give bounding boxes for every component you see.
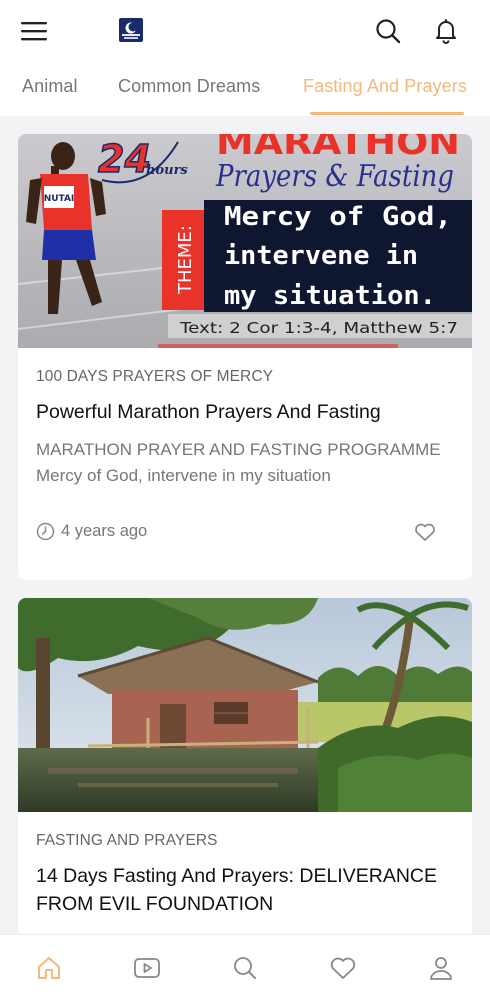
post-body: 100 DAYS PRAYERS OF MERCY Powerful Marat… [36,368,456,489]
post-meta: 4 years ago [36,522,147,541]
heart-icon [330,957,356,979]
category-tabs: Animal Common Dreams Fasting And Prayers [0,66,490,116]
clock-icon [36,522,55,541]
post-category[interactable]: FASTING AND PRAYERS [36,832,456,850]
active-tab-indicator [310,112,464,115]
theme-label: THEME: [175,225,196,295]
badge-number: 24 [98,137,151,181]
runner-bib: NUTAI [44,194,75,204]
bell-icon[interactable] [430,15,462,47]
post-thumbnail[interactable] [18,598,472,812]
image-subheadline: Prayers & Fasting [215,159,454,194]
nav-search[interactable] [230,953,260,983]
nav-profile[interactable] [426,953,456,983]
theme-line-1: Mercy of God, [224,202,452,232]
heart-icon [415,523,435,541]
nav-home[interactable] [34,953,64,983]
app-logo-icon[interactable] [118,17,144,43]
user-icon [430,957,452,980]
hamburger-menu-icon[interactable] [18,16,50,46]
nav-favorites[interactable] [328,953,358,983]
tab-animal[interactable]: Animal [22,76,78,97]
top-bar [0,0,490,62]
app-header: Animal Common Dreams Fasting And Prayers [0,0,490,116]
tab-fasting-and-prayers[interactable]: Fasting And Prayers [303,76,467,97]
post-card[interactable]: FASTING AND PRAYERS 14 Days Fasting And … [18,598,472,938]
post-category[interactable]: 100 DAYS PRAYERS OF MERCY [36,368,456,386]
post-title[interactable]: Powerful Marathon Prayers And Fasting [36,398,456,426]
post-body: FASTING AND PRAYERS 14 Days Fasting And … [36,832,456,918]
post-card[interactable]: NUTAI 24 hours MARATHON Prayers & Fastin… [18,134,472,580]
favorite-button[interactable] [414,522,438,544]
bottom-navigation [0,934,490,1000]
post-excerpt: MARATHON PRAYER AND FASTING PROGRAMME Me… [36,440,441,485]
theme-line-2: intervene in [224,241,418,271]
search-icon[interactable] [372,15,404,47]
nav-videos[interactable] [132,953,162,983]
video-play-icon [134,958,160,978]
post-title[interactable]: 14 Days Fasting And Prayers: DELIVERANCE… [36,862,456,918]
post-thumbnail[interactable]: NUTAI 24 hours MARATHON Prayers & Fastin… [18,134,472,348]
tab-common-dreams[interactable]: Common Dreams [118,76,260,97]
search-icon [234,957,256,979]
theme-line-3: my situation. [224,281,436,311]
post-time: 4 years ago [61,522,148,540]
home-icon [38,957,60,979]
scripture-text: Text: 2 Cor 1:3-4, Matthew 5:7 [179,319,458,337]
